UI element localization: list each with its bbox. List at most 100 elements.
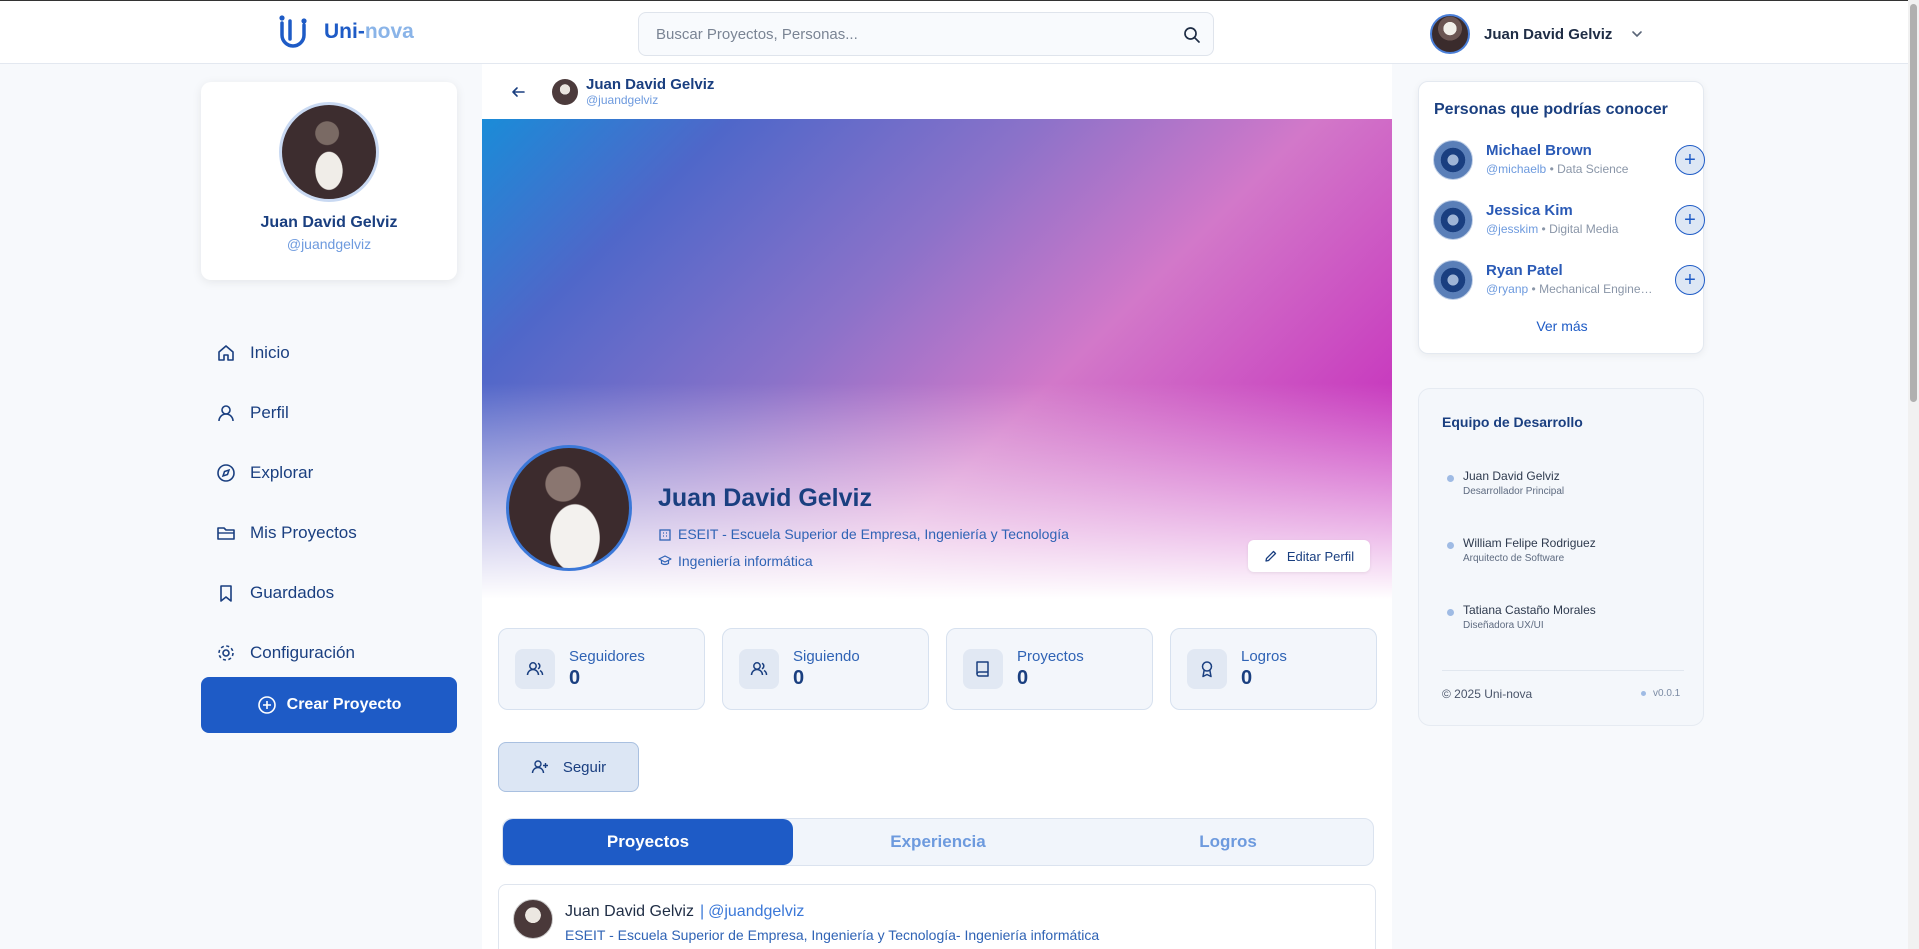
avatar[interactable] [1433,260,1473,300]
suggestion-name[interactable]: Michael Brown [1486,142,1592,159]
suggestion-item[interactable]: Jessica Kim @jesskim • Digital Media + [1433,198,1705,242]
profile-header-bar: Juan David Gelviz @juandgelviz [482,64,1392,119]
suggestion-bullet: • [1541,222,1546,236]
stat-value: 0 [569,667,581,689]
profile-stats: Seguidores 0 Siguiendo 0 Proyectos 0 Logros… [498,628,1377,710]
suggestion-handle: @michaelb [1486,162,1547,176]
avatar[interactable] [279,102,379,202]
edit-profile-button[interactable]: Editar Perfil [1248,540,1370,572]
search-icon[interactable] [1183,26,1201,44]
avatar[interactable] [1433,140,1473,180]
member-role: Diseñadora UX/UI [1463,620,1544,631]
avatar[interactable] [1430,14,1470,54]
suggestion-item[interactable]: Ryan Patel @ryanp • Mechanical Engineeri… [1433,258,1705,302]
post-author-handle[interactable]: @juandgelviz [708,903,804,920]
search-box [638,12,1214,56]
stat-value: 0 [1017,667,1029,689]
suggestions-title: Personas que podrías conocer [1434,101,1668,118]
sidebar-item-configuracion[interactable]: Configuración [216,623,357,683]
avatar[interactable] [1433,200,1473,240]
team-member: Juan David Gelviz Desarrollador Principa… [1447,469,1564,497]
profile-name: Juan David Gelviz [260,214,398,231]
sidebar-item-label: Guardados [250,583,335,602]
post-separator: | [699,903,705,920]
sidebar-item-perfil[interactable]: Perfil [216,383,357,443]
building-icon [659,529,671,541]
dev-team-card: Equipo de Desarrollo Juan David Gelviz D… [1418,388,1704,726]
user-icon [218,405,234,422]
add-connection-button[interactable]: + [1675,145,1705,175]
sidebar-item-explorar[interactable]: Explorar [216,443,357,503]
follow-button[interactable]: Seguir [498,742,639,792]
compass-icon [217,464,235,482]
institution-text: ESEIT - Escuela Superior de Empresa, Ing… [678,526,1069,542]
sidebar-item-guardados[interactable]: Guardados [216,563,357,623]
avatar [552,78,578,105]
tab-proyectos[interactable]: Proyectos [503,819,793,865]
team-title: Equipo de Desarrollo [1442,414,1583,430]
stat-achievements[interactable]: Logros 0 [1170,628,1377,710]
member-role: Arquitecto de Software [1463,553,1565,564]
member-name: Tatiana Castaño Morales [1463,603,1596,617]
sidebar-item-label: Inicio [250,343,290,362]
bookmark-icon [220,585,232,602]
users-icon [515,649,555,689]
logo-icon [279,15,307,48]
plus-circle-icon [257,696,276,714]
member-name: Juan David Gelviz [1463,469,1560,483]
sidebar-profile-card[interactable]: Juan David Gelviz @juandgelviz [201,82,457,280]
add-connection-button[interactable]: + [1675,265,1705,295]
tab-logros[interactable]: Logros [1083,819,1373,865]
plus-icon: + [1684,149,1696,171]
back-arrow-icon[interactable] [510,84,526,100]
stat-projects[interactable]: Proyectos 0 [946,628,1153,710]
suggestion-field: Digital Media [1549,222,1619,236]
create-project-button[interactable]: Crear Proyecto [201,677,457,733]
sidebar-nav: Inicio Perfil Explorar Mis Proyectos Gua… [216,323,357,683]
sidebar-item-mis-proyectos[interactable]: Mis Proyectos [216,503,357,563]
brand-name-part1: Uni- [324,20,365,43]
brand-name: Uni-nova [324,20,414,44]
scrollbar[interactable] [1908,0,1919,949]
edit-profile-label: Editar Perfil [1286,548,1355,564]
suggestion-handle: @jesskim [1486,222,1539,236]
book-icon [963,649,1003,689]
users-icon [739,649,779,689]
header-user-name: Juan David Gelviz [586,76,715,93]
scrollbar-thumb[interactable] [1910,4,1917,402]
brand-name-part2: nova [364,20,414,43]
profile-tabs: Proyectos Experiencia Logros [502,818,1374,866]
suggestion-name[interactable]: Jessica Kim [1486,202,1573,219]
suggestion-field: Data Science [1557,162,1629,176]
gear-icon [218,645,234,661]
create-project-label: Crear Proyecto [286,696,402,713]
suggestion-item[interactable]: Michael Brown @michaelb • Data Science + [1433,138,1705,182]
search-input[interactable] [639,13,1159,55]
program-line: Ingeniería informática [658,553,813,569]
user-menu[interactable]: Juan David Gelviz [1430,14,1644,54]
copyright-text: © 2025 Uni-nova [1442,687,1533,701]
plus-icon: + [1684,269,1696,291]
avatar[interactable] [513,899,553,939]
profile-name: Juan David Gelviz [658,484,872,512]
sidebar-item-inicio[interactable]: Inicio [216,323,357,383]
stat-following[interactable]: Siguiendo 0 [722,628,929,710]
suggestion-field: Mechanical Engineering [1539,282,1656,296]
graduation-cap-icon [658,555,672,566]
tab-experiencia[interactable]: Experiencia [793,819,1083,865]
pencil-icon [1265,550,1277,562]
top-bar: Uni-nova Juan David Gelviz [0,0,1919,64]
chevron-down-icon[interactable] [1630,27,1644,41]
suggestion-bullet: • [1549,162,1554,176]
suggestion-name[interactable]: Ryan Patel [1486,262,1563,279]
add-connection-button[interactable]: + [1675,205,1705,235]
brand-logo[interactable]: Uni-nova [276,13,414,51]
project-post[interactable]: Juan David Gelviz | @juandgelviz ESEIT - E… [498,884,1376,949]
user-plus-icon [531,760,548,774]
stat-followers[interactable]: Seguidores 0 [498,628,705,710]
profile-avatar[interactable] [506,445,632,571]
stat-label: Siguiendo [793,648,860,665]
people-suggestions: Personas que podrías conocer Michael Bro… [1418,81,1705,354]
folder-icon [217,527,235,540]
see-more-link[interactable]: Ver más [1419,318,1705,334]
